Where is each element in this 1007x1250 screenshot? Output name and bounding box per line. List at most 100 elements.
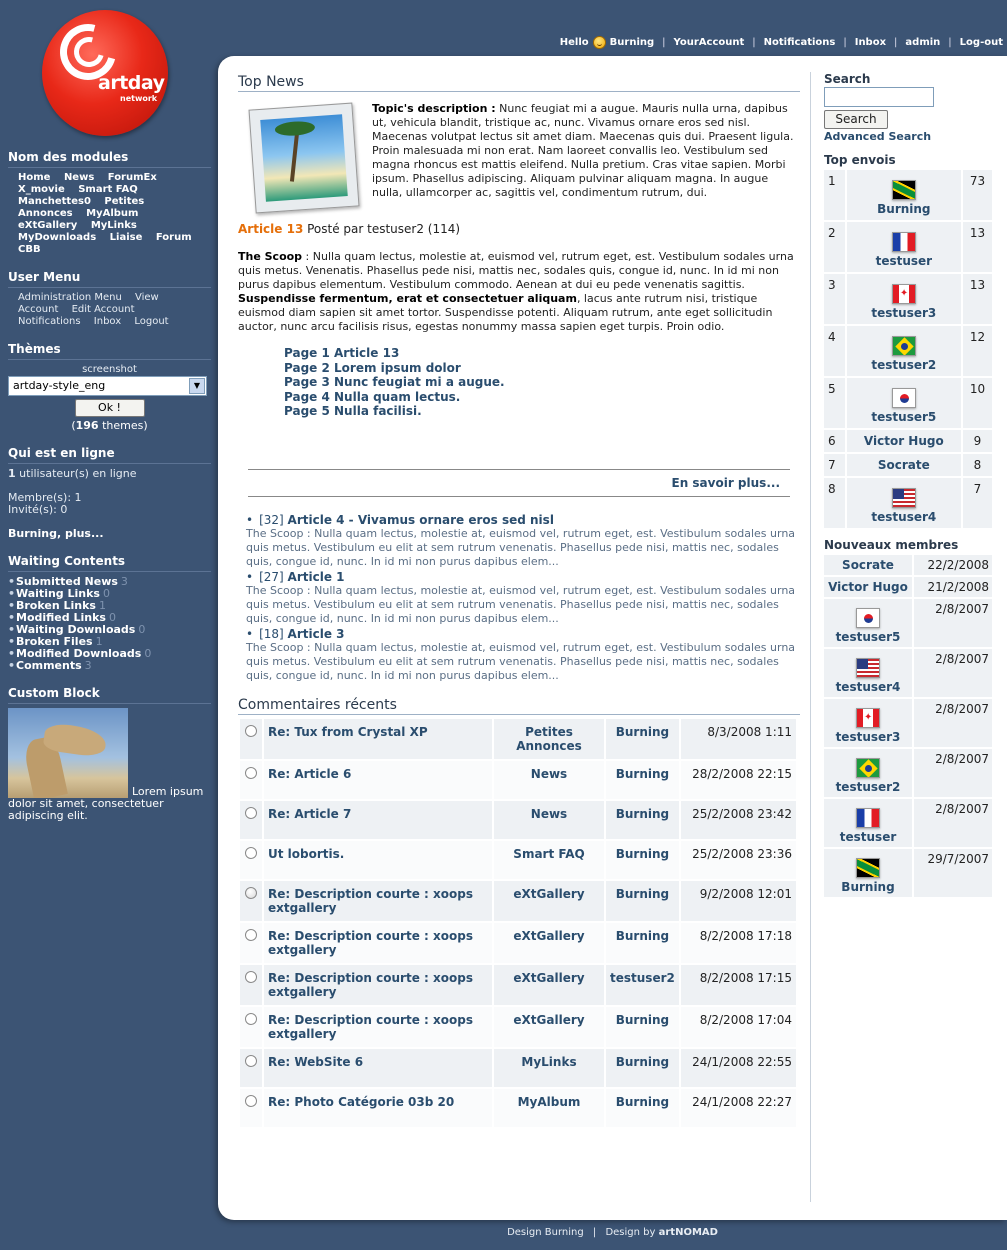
top-poster-rank: 2 xyxy=(824,222,845,272)
module-link-liaise[interactable]: Liaise xyxy=(110,232,143,243)
comment-title-link[interactable]: Re: Description courte : xoops extgaller… xyxy=(268,1013,473,1041)
nav-your-account[interactable]: YourAccount xyxy=(674,37,745,48)
comment-user-link[interactable]: Burning xyxy=(616,847,669,861)
comment-user-link[interactable]: Burning xyxy=(616,807,669,821)
module-link-smart-faq[interactable]: Smart FAQ xyxy=(78,184,138,195)
greeting-username[interactable]: Burning xyxy=(610,37,655,48)
comment-title-link[interactable]: Ut lobortis. xyxy=(268,847,344,861)
read-more-link[interactable]: En savoir plus... xyxy=(672,476,781,490)
new-member-date: 2/8/2007 xyxy=(914,699,992,747)
comment-title-link[interactable]: Re: Description courte : xoops extgaller… xyxy=(268,929,473,957)
comment-user-link[interactable]: testuser2 xyxy=(610,971,675,985)
advanced-search-link[interactable]: Advanced Search xyxy=(824,130,994,143)
new-member-user-link[interactable]: Victor Hugo xyxy=(828,580,908,594)
user-menu-logout[interactable]: Logout xyxy=(134,316,168,327)
comment-user-link[interactable]: Burning xyxy=(616,1055,669,1069)
comment-title-link[interactable]: Re: Photo Catégorie 03b 20 xyxy=(268,1095,454,1109)
nav-admin[interactable]: admin xyxy=(905,37,940,48)
top-poster-user-link[interactable]: testuser xyxy=(876,254,933,268)
new-member-user-link[interactable]: Burning xyxy=(841,880,894,894)
top-poster-user-link[interactable]: Burning xyxy=(877,202,930,216)
comment-title-link[interactable]: Re: Tux from Crystal XP xyxy=(268,725,428,739)
other-articles: • [32] Article 4 - Vivamus ornare eros se… xyxy=(238,513,800,683)
new-member-row: testuser2 2/8/2007 xyxy=(824,749,992,797)
other-article-link[interactable]: Article 4 - Vivamus ornare eros sed nisl xyxy=(288,513,554,527)
module-link-myalbum[interactable]: MyAlbum xyxy=(86,208,138,219)
other-article-link[interactable]: Article 1 xyxy=(288,570,345,584)
nav-inbox[interactable]: Inbox xyxy=(855,37,886,48)
comment-module-link[interactable]: eXtGallery xyxy=(513,929,584,943)
chevron-down-icon[interactable]: ▼ xyxy=(189,378,205,394)
user-menu-notifications[interactable]: Notifications xyxy=(18,316,81,327)
comment-module-link[interactable]: eXtGallery xyxy=(513,971,584,985)
new-member-user-link[interactable]: Socrate xyxy=(842,558,894,572)
module-link-home[interactable]: Home xyxy=(18,172,50,183)
article-link[interactable]: Article 13 xyxy=(238,222,303,236)
search-input[interactable] xyxy=(824,87,934,107)
comment-circle-icon xyxy=(245,928,257,941)
top-poster-user-link[interactable]: testuser2 xyxy=(871,358,936,372)
module-link-x-movie[interactable]: X_movie xyxy=(18,184,65,195)
nav-notifications[interactable]: Notifications xyxy=(764,37,836,48)
new-member-date: 2/8/2007 xyxy=(914,749,992,797)
user-menu-edit-account[interactable]: Edit Account xyxy=(72,304,135,315)
online-count-line: 1 utilisateur(s) en ligne xyxy=(8,468,211,480)
module-link-mydownloads[interactable]: MyDownloads xyxy=(18,232,96,243)
comment-module-link[interactable]: MyAlbum xyxy=(518,1095,581,1109)
comment-title-link[interactable]: Re: Article 7 xyxy=(268,807,351,821)
top-poster-user-link[interactable]: testuser3 xyxy=(871,306,936,320)
page-link-3[interactable]: Page 3 Nunc feugiat mi a augue. xyxy=(284,375,800,390)
comment-title-link[interactable]: Re: WebSite 6 xyxy=(268,1055,363,1069)
theme-select[interactable]: artday-style_eng ▼ xyxy=(8,376,207,396)
comment-module-link[interactable]: MyLinks xyxy=(521,1055,576,1069)
theme-ok-button[interactable]: Ok ! xyxy=(74,399,145,417)
topic-description: Topic's description : Nunc feugiat mi a … xyxy=(372,102,800,210)
user-menu-inbox[interactable]: Inbox xyxy=(94,316,121,327)
comment-user-link[interactable]: Burning xyxy=(616,887,669,901)
other-article-link[interactable]: Article 3 xyxy=(288,627,345,641)
site-logo[interactable]: artday network xyxy=(42,10,168,136)
module-link-extgallery[interactable]: eXtGallery xyxy=(18,220,77,231)
article-id: [32] xyxy=(259,512,284,527)
search-button[interactable]: Search xyxy=(824,110,888,129)
online-more-link[interactable]: Burning, plus... xyxy=(8,528,211,540)
page-link-5[interactable]: Page 5 Nulla facilisi. xyxy=(284,404,800,419)
top-poster-user-link[interactable]: Victor Hugo xyxy=(864,434,944,448)
comment-title-cell: Re: WebSite 6 xyxy=(264,1048,492,1087)
comment-user-link[interactable]: Burning xyxy=(616,767,669,781)
page-link-4[interactable]: Page 4 Nulla quam lectus. xyxy=(284,390,800,405)
new-member-user-link[interactable]: testuser xyxy=(840,830,897,844)
top-poster-rank: 4 xyxy=(824,326,845,376)
page-link-2[interactable]: Page 2 Lorem ipsum dolor xyxy=(284,361,800,376)
comment-title-link[interactable]: Re: Description courte : xoops extgaller… xyxy=(268,971,473,999)
module-link-mylinks[interactable]: MyLinks xyxy=(91,220,137,231)
page-link-1[interactable]: Page 1 Article 13 xyxy=(284,346,800,361)
new-member-user-link[interactable]: testuser4 xyxy=(836,680,901,694)
new-member-user-link[interactable]: testuser3 xyxy=(836,730,901,744)
comment-module-link[interactable]: eXtGallery xyxy=(513,1013,584,1027)
module-link-news[interactable]: News xyxy=(64,172,94,183)
top-poster-user-link[interactable]: Socrate xyxy=(878,458,930,472)
comment-title-link[interactable]: Re: Article 6 xyxy=(268,767,351,781)
new-member-user-link[interactable]: testuser2 xyxy=(836,780,901,794)
comment-module-link[interactable]: News xyxy=(531,767,567,781)
comment-user-link[interactable]: Burning xyxy=(616,1095,669,1109)
user-menu-admin[interactable]: Administration Menu xyxy=(18,292,122,303)
comment-module-link[interactable]: Petites Annonces xyxy=(516,725,582,753)
nav-logout[interactable]: Log-out xyxy=(960,37,1003,48)
new-member-user-link[interactable]: testuser5 xyxy=(836,630,901,644)
module-link-forumex[interactable]: ForumEx xyxy=(108,172,157,183)
module-link-manchettes[interactable]: Manchettes0 xyxy=(18,196,91,207)
comment-user-link[interactable]: Burning xyxy=(616,1013,669,1027)
top-poster-user-link[interactable]: testuser4 xyxy=(871,510,936,524)
comment-user-link[interactable]: Burning xyxy=(616,929,669,943)
comment-module-link[interactable]: eXtGallery xyxy=(513,887,584,901)
comment-user-link[interactable]: Burning xyxy=(616,725,669,739)
comment-title-link[interactable]: Re: Description courte : xoops extgaller… xyxy=(268,887,473,915)
waiting-item[interactable]: Comments3 xyxy=(8,660,211,673)
footer-brand[interactable]: artNOMAD xyxy=(659,1227,718,1238)
comment-module-link[interactable]: Smart FAQ xyxy=(513,847,584,861)
comment-module-link[interactable]: News xyxy=(531,807,567,821)
comment-icon-cell xyxy=(240,800,262,839)
top-poster-user-link[interactable]: testuser5 xyxy=(871,410,936,424)
